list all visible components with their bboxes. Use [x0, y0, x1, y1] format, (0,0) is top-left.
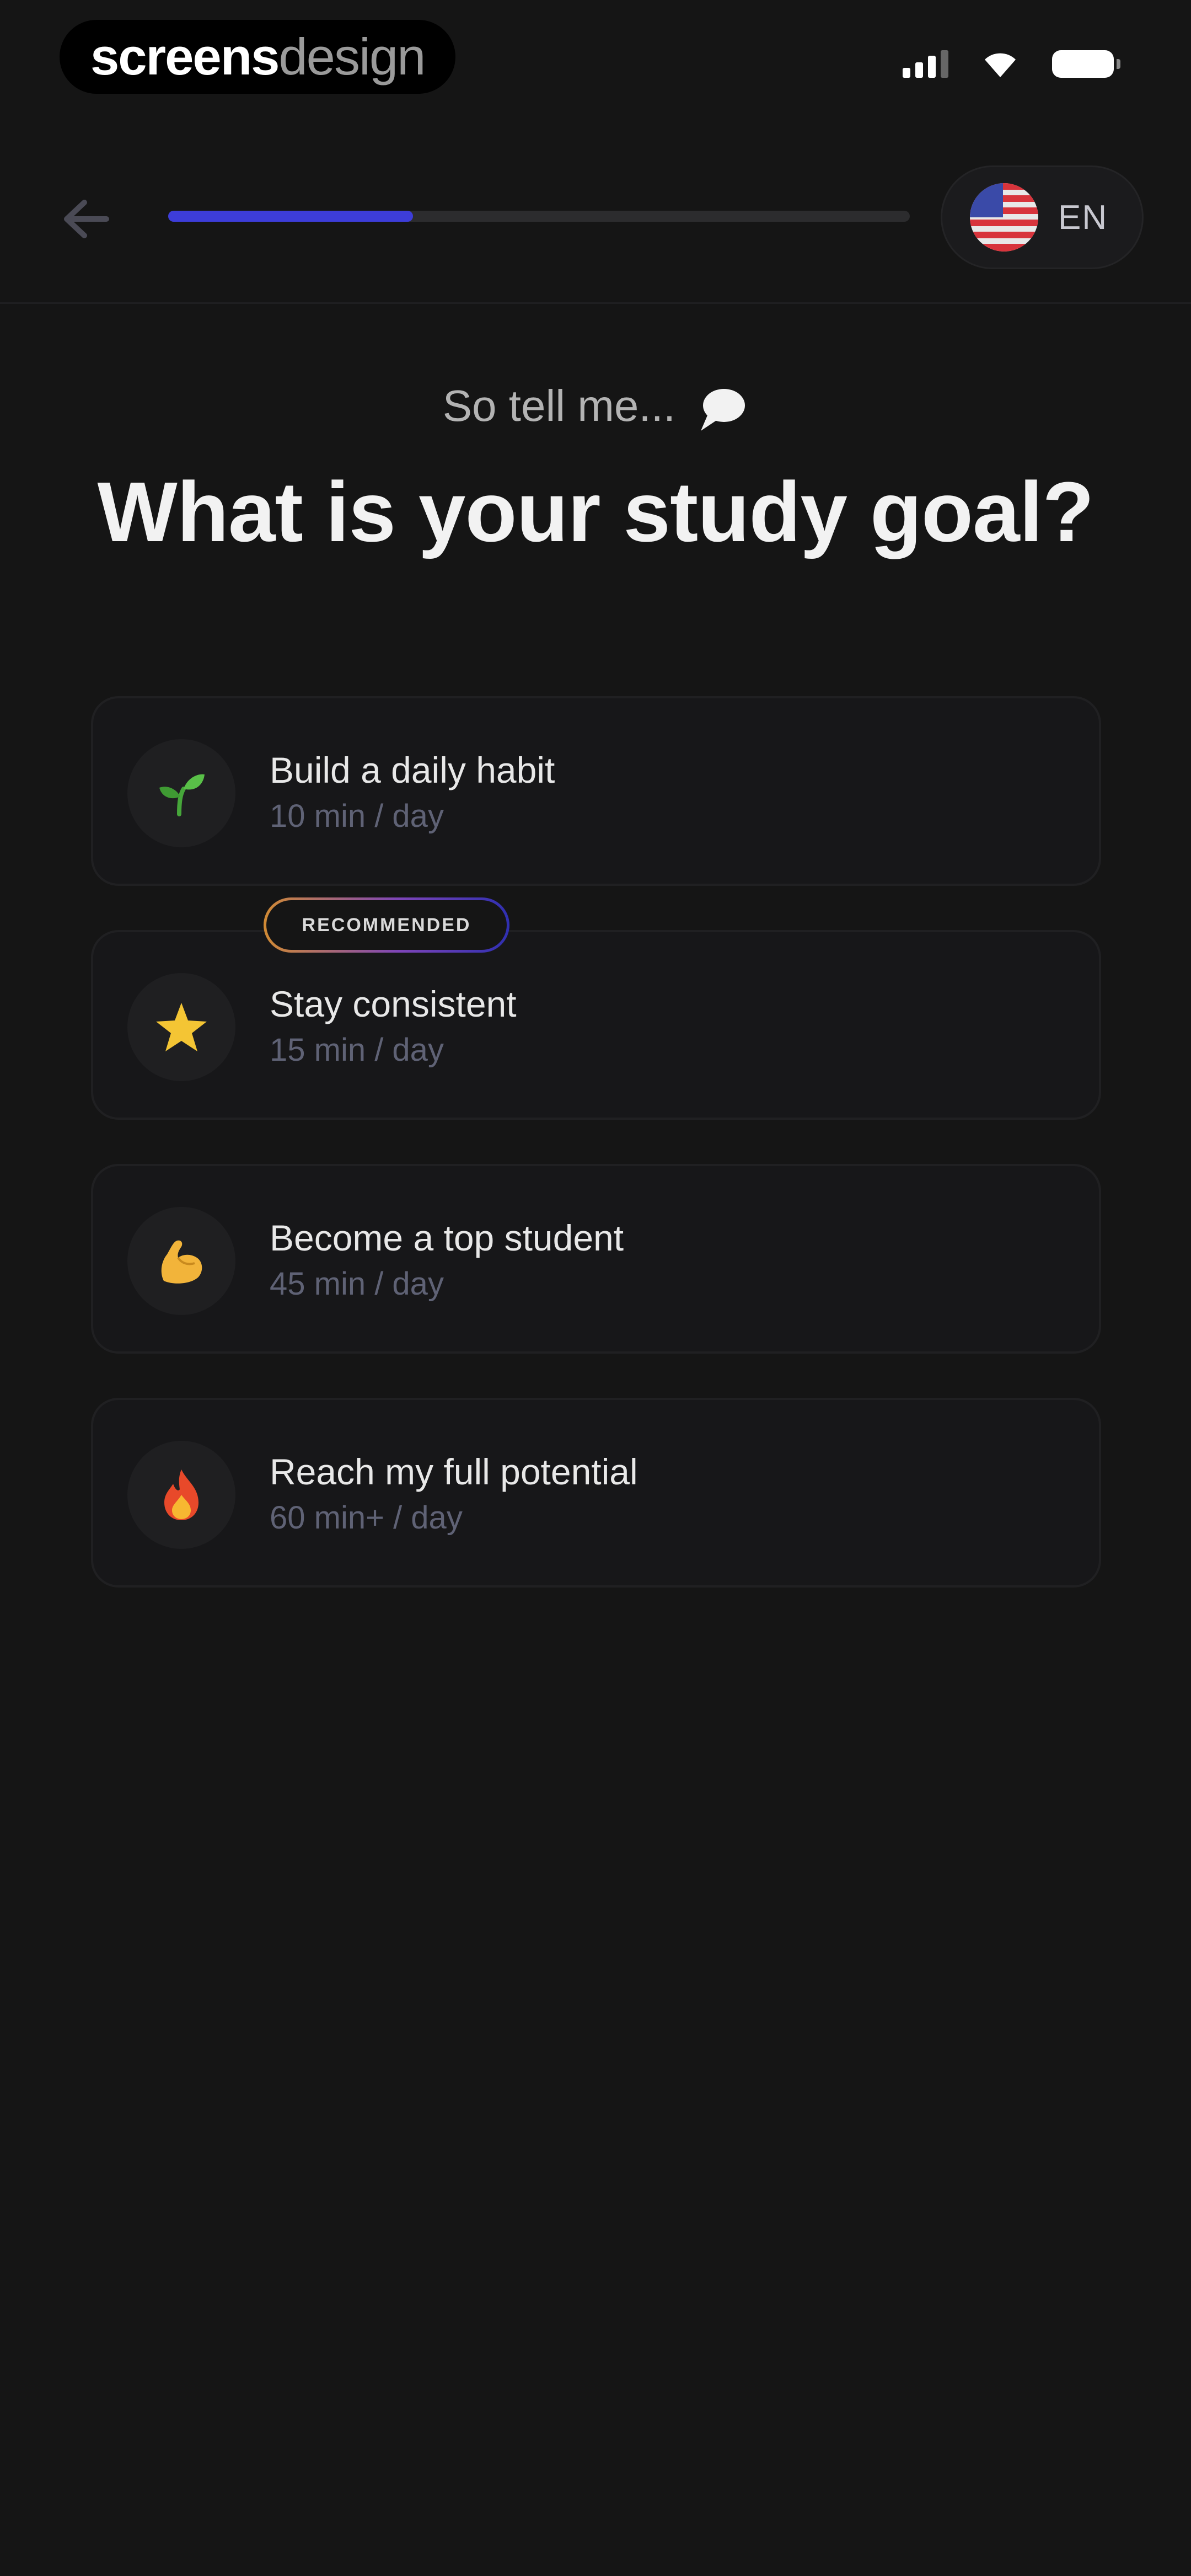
fire-icon: [164, 1469, 198, 1520]
recommended-badge-label: RECOMMENDED: [266, 900, 507, 950]
header-divider: [0, 302, 1191, 304]
progress-bar-fill: [168, 211, 413, 222]
option-icon-container: [127, 973, 235, 1081]
screen: screens design EN So tell me... What is …: [0, 0, 1191, 2576]
recommended-badge: RECOMMENDED: [264, 897, 509, 953]
option-subtitle: 15 min / day: [270, 1032, 444, 1068]
flexed-biceps-icon: [161, 1240, 202, 1284]
eyebrow-text: So tell me...: [442, 381, 676, 430]
seedling-icon: [159, 774, 205, 816]
star-icon: [156, 1003, 207, 1051]
language-selector[interactable]: EN: [941, 165, 1144, 269]
progress-bar: [168, 211, 910, 222]
battery-icon: [1052, 50, 1120, 78]
option-subtitle: 45 min / day: [270, 1266, 444, 1302]
option-subtitle: 60 min+ / day: [270, 1500, 463, 1536]
wifi-icon: [985, 53, 1016, 77]
option-card-stay-consistent[interactable]: Stay consistent 15 min / day: [91, 930, 1101, 1120]
option-title: Stay consistent: [270, 984, 517, 1024]
option-card-top-student[interactable]: Become a top student 45 min / day: [91, 1164, 1101, 1354]
page-title: What is your study goal?: [97, 464, 1094, 559]
option-card-full-potential[interactable]: Reach my full potential 60 min+ / day: [91, 1398, 1101, 1588]
option-title: Become a top student: [270, 1217, 624, 1258]
option-icon-container: [127, 1441, 235, 1549]
status-bar-icons: [903, 50, 1120, 78]
option-subtitle: 10 min / day: [270, 798, 444, 834]
option-title: Build a daily habit: [270, 750, 555, 790]
speech-bubble-icon: [701, 388, 745, 431]
option-icon-container: [127, 739, 235, 847]
watermark-light: design: [278, 28, 426, 85]
watermark-logo: screens design: [60, 20, 456, 94]
us-flag-icon: [970, 183, 1038, 252]
watermark-bold: screens: [90, 28, 280, 85]
option-card-daily-habit[interactable]: Build a daily habit 10 min / day: [91, 696, 1101, 886]
cellular-signal-icon: [903, 50, 948, 78]
language-code: EN: [1058, 198, 1108, 237]
option-icon-container: [127, 1207, 235, 1315]
back-button[interactable]: [55, 189, 116, 249]
arrow-left-icon: [64, 200, 109, 238]
option-title: Reach my full potential: [270, 1451, 638, 1492]
question-eyebrow: So tell me...: [0, 381, 1191, 434]
